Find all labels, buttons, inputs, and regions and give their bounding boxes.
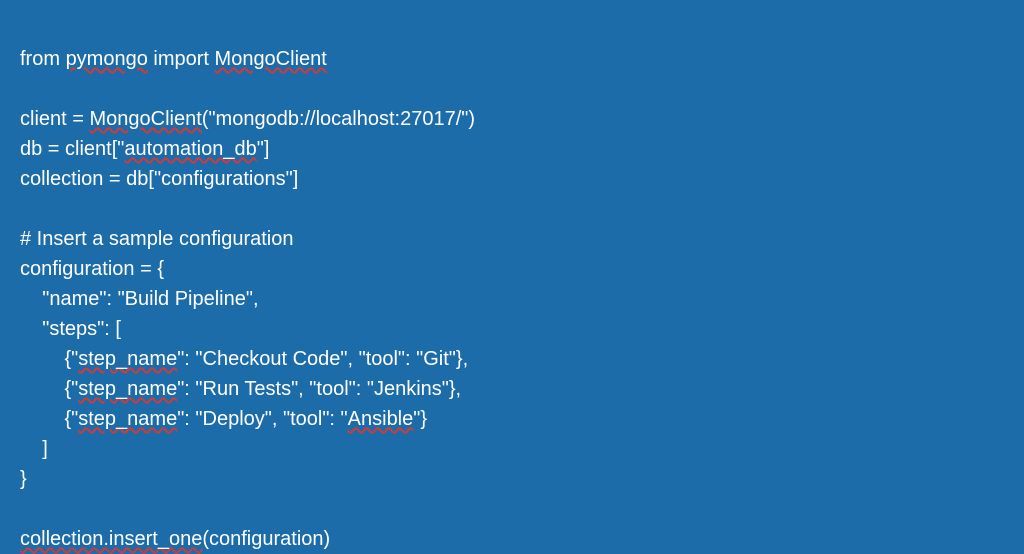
code-line: collection = db["configurations"] bbox=[20, 168, 298, 190]
code-block: from pymongo import MongoClient client =… bbox=[20, 14, 1004, 554]
spell-error-mongoclient: MongoClient bbox=[215, 48, 327, 70]
code-line: db = client["automation_db"] bbox=[20, 138, 269, 160]
spell-error-insert-one: collection.insert_one bbox=[20, 528, 202, 550]
code-line: {"step_name": "Checkout Code", "tool": "… bbox=[20, 348, 468, 370]
code-line: {"step_name": "Run Tests", "tool": "Jenk… bbox=[20, 378, 461, 400]
code-line: "name": "Build Pipeline", bbox=[20, 288, 259, 310]
code-line: collection.insert_one(configuration) bbox=[20, 528, 330, 550]
spell-error-automation-db: automation_db bbox=[124, 138, 256, 160]
spell-error-mongoclient: MongoClient bbox=[89, 108, 201, 130]
code-line: from pymongo import MongoClient bbox=[20, 48, 327, 70]
spell-error-step-name: step_name bbox=[78, 348, 177, 370]
code-line: # Insert a sample configuration bbox=[20, 228, 294, 250]
spell-error-step-name: step_name bbox=[78, 378, 177, 400]
code-line: } bbox=[20, 468, 27, 490]
code-line: configuration = { bbox=[20, 258, 164, 280]
spell-error-pymongo: pymongo bbox=[66, 48, 148, 70]
code-line: ] bbox=[20, 438, 48, 460]
code-line: client = MongoClient("mongodb://localhos… bbox=[20, 108, 475, 130]
spell-error-ansible: Ansible bbox=[348, 408, 414, 430]
code-line: {"step_name": "Deploy", "tool": "Ansible… bbox=[20, 408, 427, 430]
code-line: "steps": [ bbox=[20, 318, 121, 340]
spell-error-step-name: step_name bbox=[78, 408, 177, 430]
